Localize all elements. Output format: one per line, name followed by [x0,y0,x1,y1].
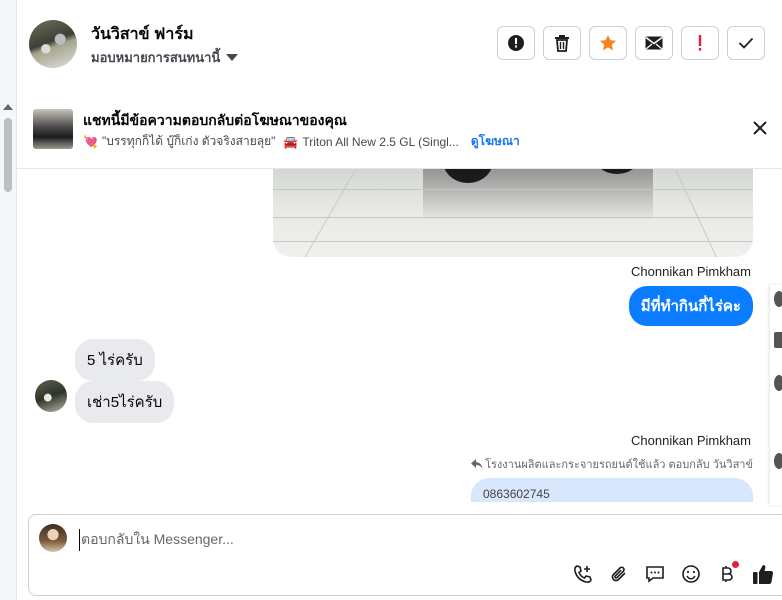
header-actions [497,26,765,60]
star-icon [600,35,616,51]
contact-name[interactable]: วันวิสาข์ ฟาร์ม [91,22,194,47]
caret-down-icon [226,54,239,61]
reply-context-text: โรงงานผลิตและกระจายรถยนต์ใช้แล้ว ตอบกลับ… [485,459,753,471]
call-add-icon[interactable] [572,563,594,585]
trash-icon [555,35,569,52]
star-button[interactable] [589,26,627,60]
ad-reply-banner: แชทนี้มีข้อความตอบกลับต่อโฆษณาของคุณ 💘 "… [17,90,782,169]
reply-composer: ตอบกลับใน Messenger... [28,514,782,596]
close-icon[interactable] [750,118,770,138]
page-avatar [39,524,67,552]
left-scroll-strip[interactable] [0,0,17,600]
exclamation-icon [698,35,702,51]
conversation-header: วันวิสาข์ ฟาร์ม มอบหมายการสนทนานี้ [17,0,782,91]
floor-tile-line [273,189,753,190]
floor-tile-line [670,169,717,257]
right-side-panel-edge[interactable] [770,285,782,505]
envelope-icon [645,36,663,50]
ad-caption: "บรรทุกก็ได้ บู๊ก็เก่ง ตัวจริงสายลุย" [101,134,276,148]
reply-context: โรงงานผลิตและกระจายรถยนต์ใช้แล้ว ตอบกลับ… [470,455,753,473]
floor-tile-line [273,241,753,242]
ad-banner-title: แชทนี้มีข้อความตอบกลับต่อโฆษณาของคุณ [83,112,347,128]
composer-toolbar [572,561,774,585]
scroll-up-arrow-icon[interactable] [3,104,13,110]
floor-tile-line [304,169,363,257]
floor-tile-line [273,217,753,218]
spam-button[interactable] [681,26,719,60]
assign-conversation-dropdown[interactable]: มอบหมายการสนทนานี้ [91,47,239,68]
reply-arrow-icon [471,459,483,469]
heart-emoji-icon: 💘 [83,134,98,149]
notification-dot [732,561,739,568]
sender-name: Chonnikan Pimkham [631,264,751,279]
outgoing-message[interactable]: มีที่ทำกินกี่ไร่คะ [628,286,753,326]
side-avatar[interactable] [774,291,782,307]
incoming-message[interactable]: เช่า5ไร่ครับ [75,381,175,423]
like-icon[interactable] [752,563,774,585]
contact-avatar-small[interactable] [35,380,67,412]
ad-thumbnail[interactable] [33,109,73,149]
view-ad-link[interactable]: ดูโฆษณา [471,132,520,151]
attach-icon[interactable] [608,563,630,585]
saved-reply-icon[interactable] [644,563,666,585]
side-avatar[interactable] [774,375,782,391]
baht-payment-icon[interactable] [716,561,739,585]
assign-label: มอบหมายการสนทนานี้ [91,50,221,65]
emoji-icon[interactable] [680,563,702,585]
car-photo-message[interactable] [273,169,753,257]
ad-car-model: Triton All New 2.5 GL (Singl... [302,134,459,149]
report-button[interactable] [497,26,535,60]
side-avatar[interactable] [774,332,782,348]
contact-avatar[interactable] [29,20,77,68]
side-avatar[interactable] [774,453,782,469]
check-icon [738,37,754,49]
done-button[interactable] [727,26,765,60]
message-input[interactable]: ตอบกลับใน Messenger... [79,529,234,551]
alert-circle-icon [508,35,524,51]
incoming-message[interactable]: 5 ไร่ครับ [75,339,155,381]
scrollbar-thumb[interactable] [4,118,12,192]
outgoing-message-partial[interactable]: 0863602745 [471,478,753,502]
car-emoji-icon: 🚘 [283,134,299,149]
message-thread[interactable]: Chonnikan Pimkham มีที่ทำกินกี่ไร่คะ 5 ไ… [17,169,782,502]
ad-banner-subtitle: 💘 "บรรทุกก็ได้ บู๊ก็เก่ง ตัวจริงสายลุย" … [83,132,520,151]
mark-unread-button[interactable] [635,26,673,60]
sender-name: Chonnikan Pimkham [631,433,751,448]
delete-button[interactable] [543,26,581,60]
